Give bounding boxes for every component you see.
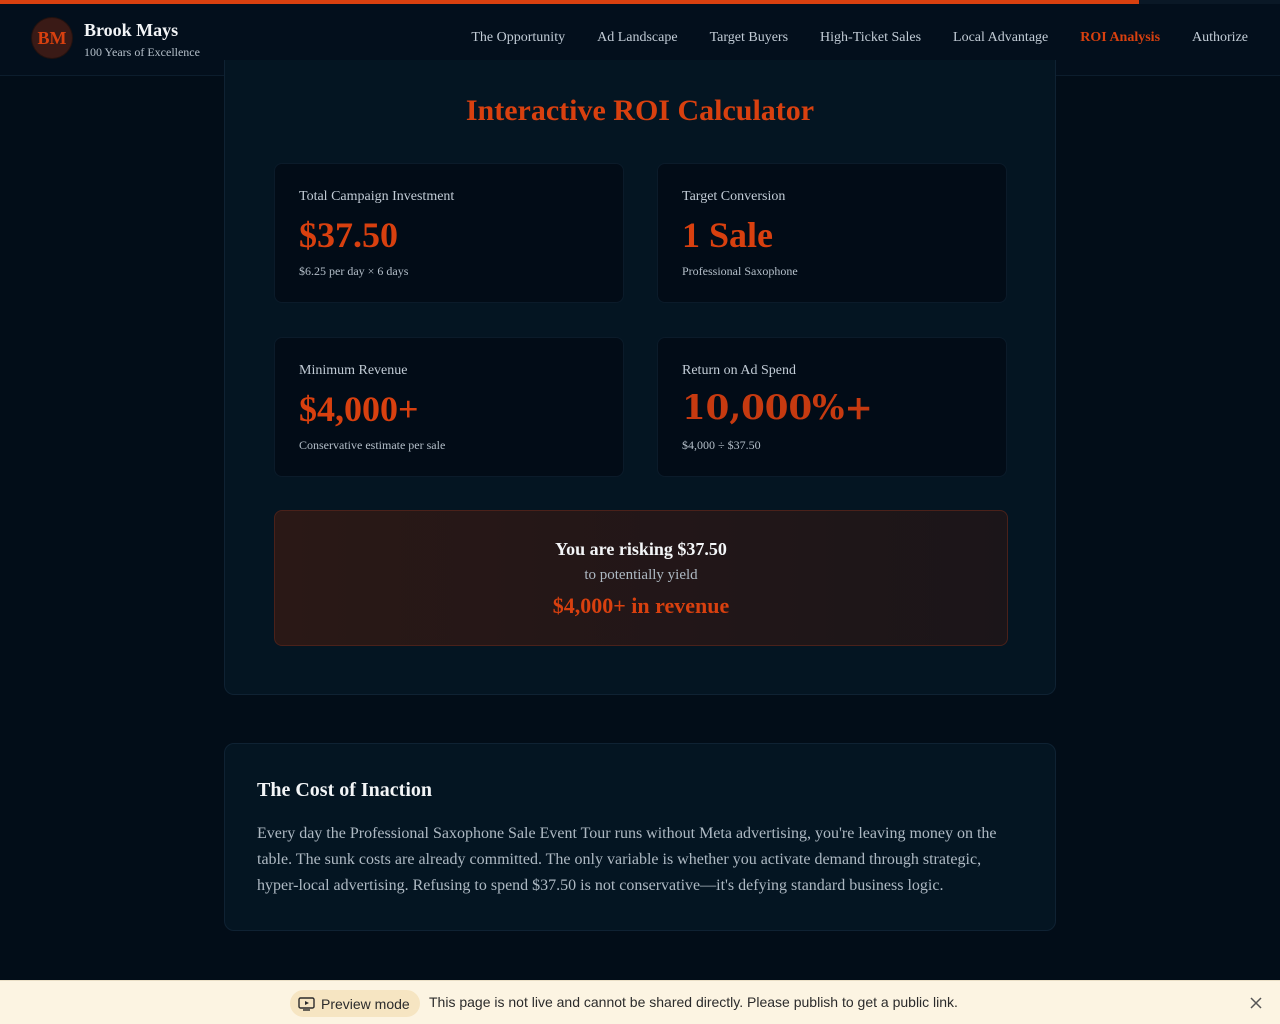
preview-mode-badge: Preview mode <box>290 990 420 1017</box>
risk-potential-revenue: $4,000+ in revenue <box>552 593 730 618</box>
risk-connector: to potentially yield <box>584 567 698 583</box>
preview-mode-banner: Preview mode This page is not live and c… <box>0 980 1280 1024</box>
preview-mode-message: This page is not live and cannot be shar… <box>429 994 958 1010</box>
roi-calculator-card: Interactive ROI Calculator Total Campaig… <box>224 60 1056 695</box>
cost-of-inaction-card: The Cost of Inaction Every day the Profe… <box>224 743 1056 931</box>
brand-name[interactable]: Brook Mays <box>84 20 178 41</box>
close-icon <box>1250 997 1262 1009</box>
metric-return-on-ad-spend: Return on Ad Spend 10,000%+ $4,000 ÷ $37… <box>657 337 1007 477</box>
metric-label: Total Campaign Investment <box>299 189 455 204</box>
metric-subtext: Professional Saxophone <box>682 264 798 278</box>
brand-tagline: 100 Years of Excellence <box>84 45 200 59</box>
nav-opportunity[interactable]: The Opportunity <box>471 30 565 46</box>
nav-ad-landscape[interactable]: Ad Landscape <box>597 30 677 46</box>
risk-amount: You are risking $37.50 <box>555 539 727 559</box>
roi-calculator-title: Interactive ROI Calculator <box>465 94 815 127</box>
metric-value: $4,000+ <box>299 389 419 429</box>
metric-value: 1 Sale <box>682 215 774 255</box>
monitor-play-icon <box>298 996 315 1011</box>
nav-authorize[interactable]: Authorize <box>1192 30 1248 46</box>
nav-high-ticket-sales[interactable]: High-Ticket Sales <box>820 30 921 46</box>
metric-target-conversion: Target Conversion 1 Sale Professional Sa… <box>657 163 1007 303</box>
metric-label: Return on Ad Spend <box>682 363 796 378</box>
preview-mode-label: Preview mode <box>321 995 410 1012</box>
metric-label: Minimum Revenue <box>299 363 408 378</box>
metric-subtext: $4,000 ÷ $37.50 <box>682 438 761 452</box>
metric-total-investment: Total Campaign Investment $37.50 $6.25 p… <box>274 163 624 303</box>
risk-summary-box: You are risking $37.50 to potentially yi… <box>274 510 1008 646</box>
nav-local-advantage[interactable]: Local Advantage <box>953 30 1048 46</box>
brand-logo[interactable]: BM <box>32 18 72 58</box>
cost-of-inaction-title: The Cost of Inaction <box>257 779 433 801</box>
metric-label: Target Conversion <box>682 189 786 204</box>
close-banner-button[interactable] <box>1246 993 1266 1013</box>
metric-minimum-revenue: Minimum Revenue $4,000+ Conservative est… <box>274 337 624 477</box>
metric-value: 10,000%+ <box>682 388 873 428</box>
metric-value: $37.50 <box>299 215 398 255</box>
nav-target-buyers[interactable]: Target Buyers <box>710 30 788 46</box>
nav-roi-analysis[interactable]: ROI Analysis <box>1080 30 1160 46</box>
metric-subtext: $6.25 per day × 6 days <box>299 264 409 278</box>
metric-subtext: Conservative estimate per sale <box>299 438 446 452</box>
cost-of-inaction-body: Every day the Professional Saxophone Sal… <box>257 825 997 894</box>
